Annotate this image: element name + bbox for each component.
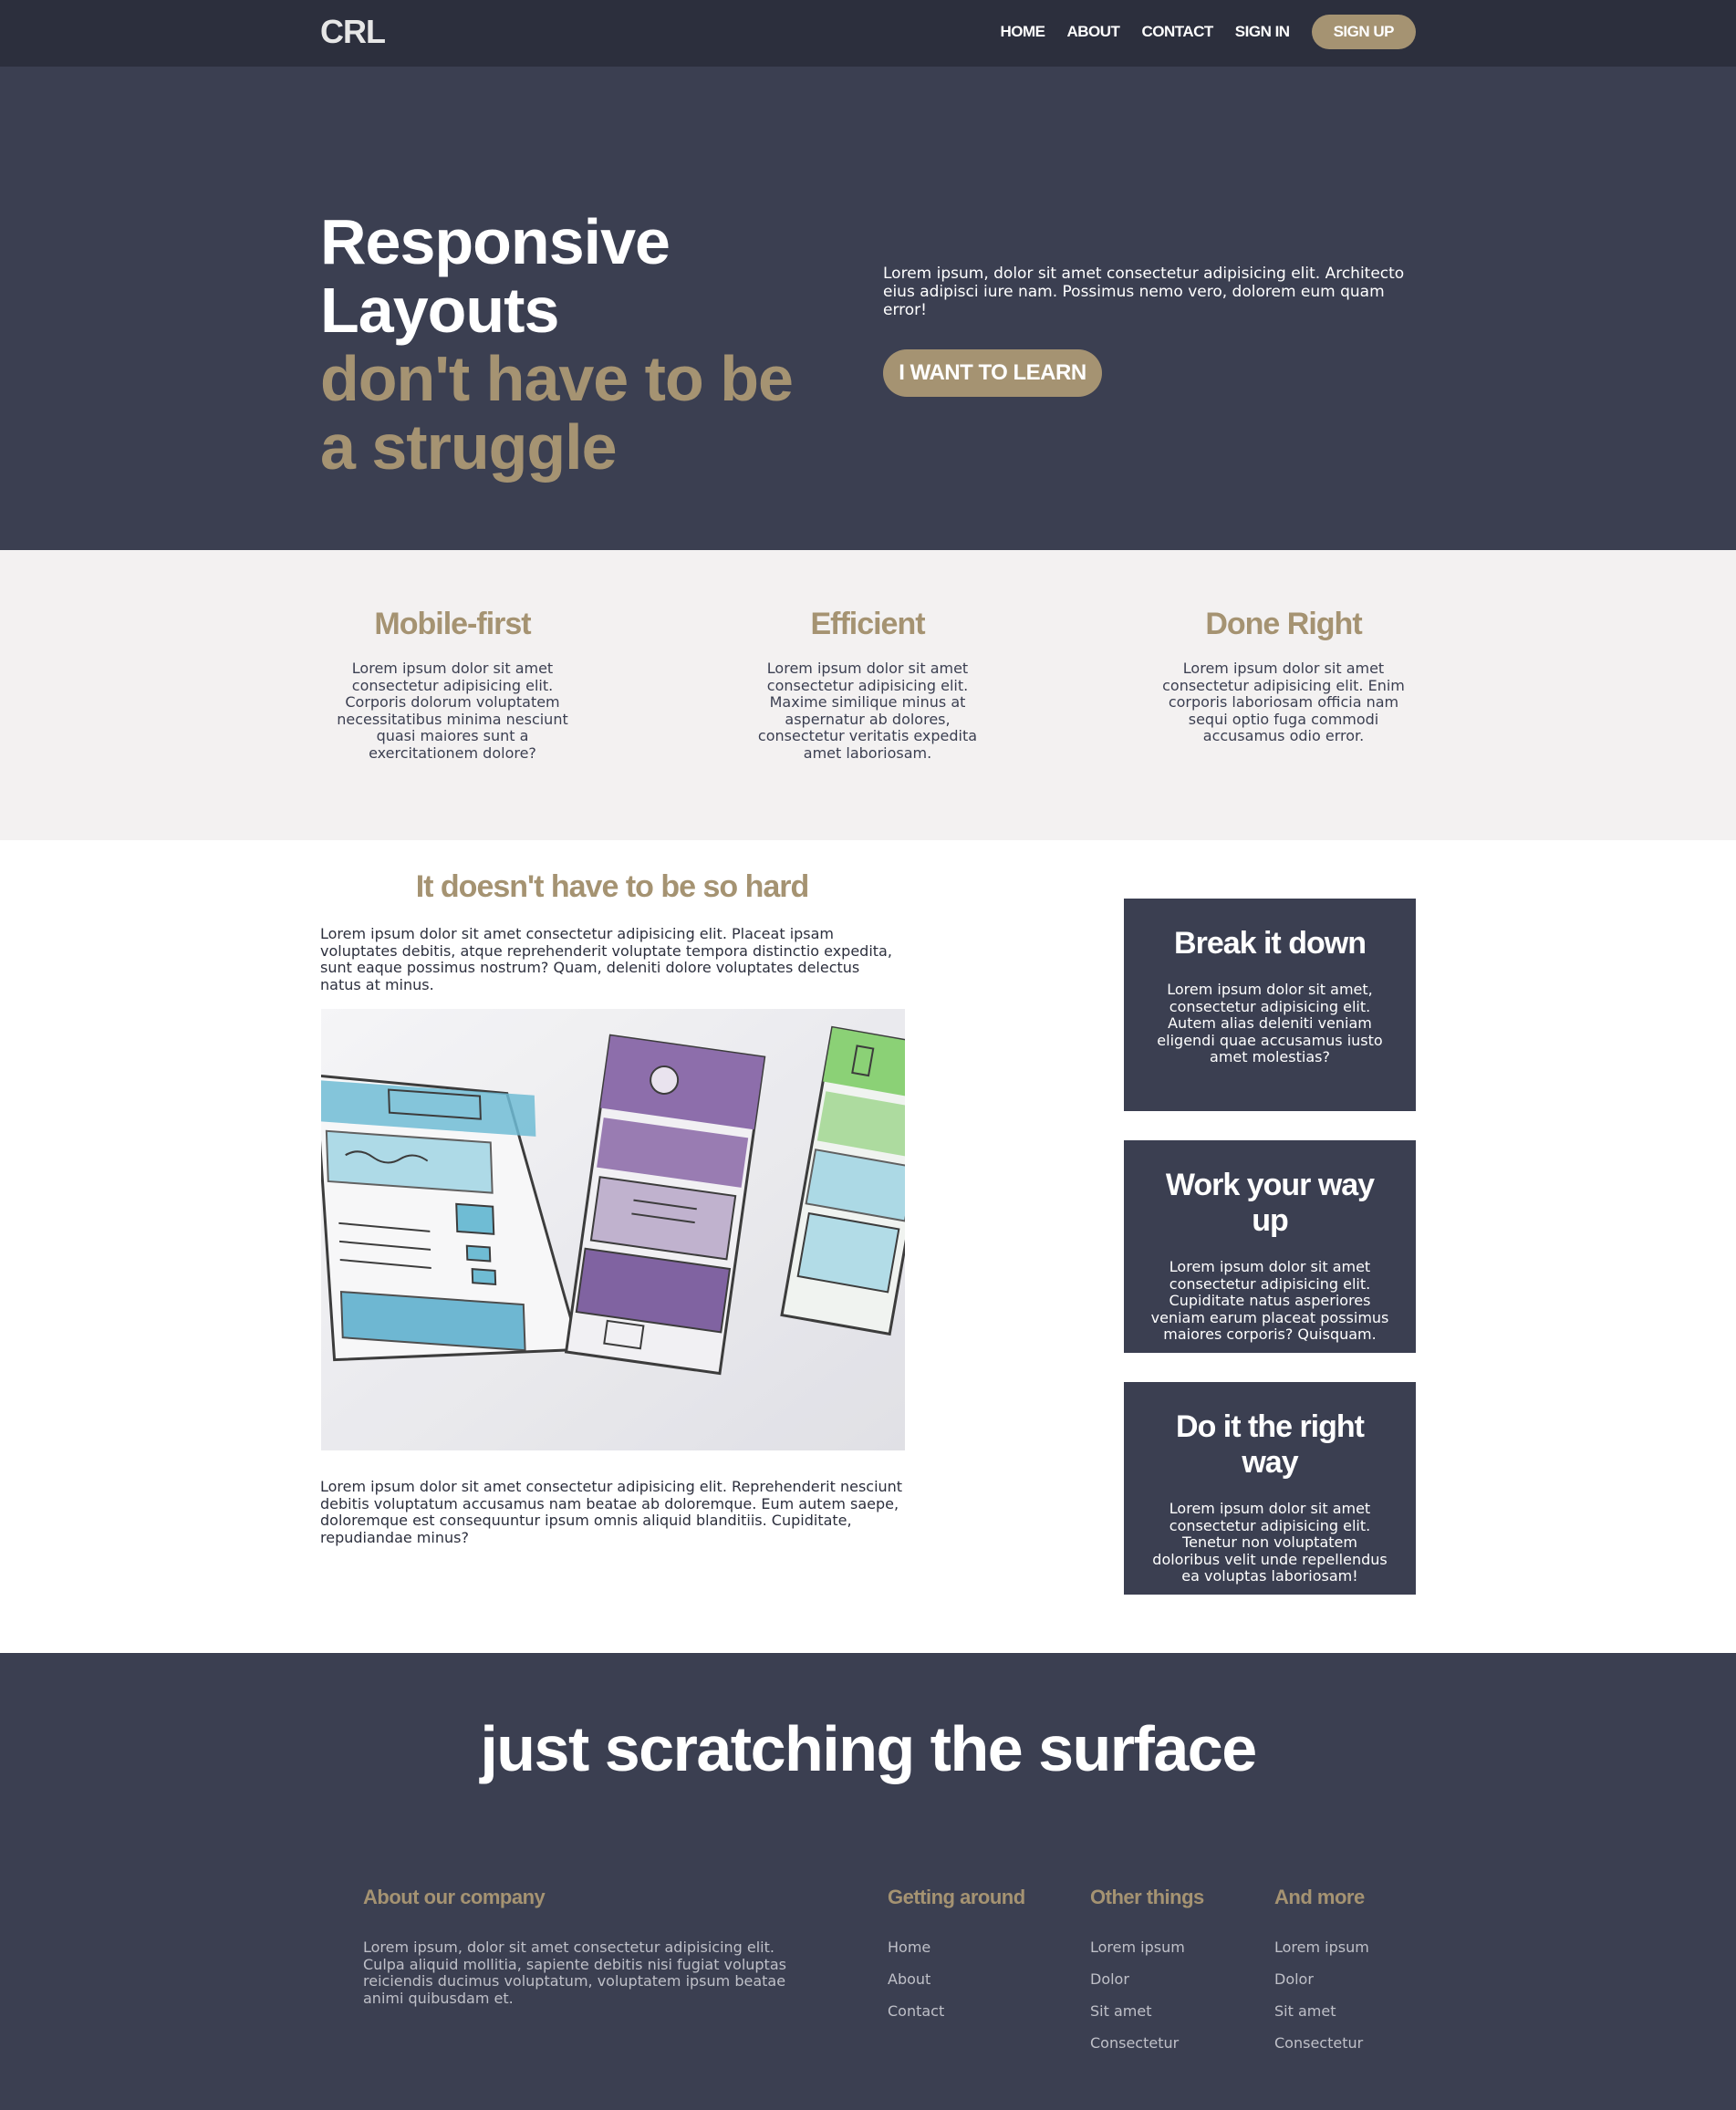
card-work-your-way-up: Work your way up Lorem ipsum dolor sit a…: [1124, 1140, 1416, 1353]
feature-title: Done Right: [1205, 607, 1362, 641]
features-section: Mobile-first Lorem ipsum dolor sit amet …: [0, 550, 1736, 840]
main-paragraph-1: Lorem ipsum dolor sit amet consectetur a…: [320, 925, 892, 993]
footer-link-contact[interactable]: Contact: [888, 2003, 1025, 2020]
wireframe-sketch-image: [321, 1009, 905, 1450]
footer-link-home[interactable]: Home: [888, 1939, 1025, 1956]
sign-up-button[interactable]: SIGN UP: [1311, 15, 1416, 49]
footer-about: About our company Lorem ipsum, dolor sit…: [363, 1886, 801, 2007]
card-text: Lorem ipsum dolor sit amet consectetur a…: [1150, 1258, 1389, 1343]
feature-mobile-first: Mobile-first Lorem ipsum dolor sit amet …: [325, 607, 580, 762]
card-title: Do it the right way: [1176, 1409, 1365, 1480]
footer-link-about[interactable]: About: [888, 1971, 1025, 1988]
feature-efficient: Efficient Lorem ipsum dolor sit amet con…: [740, 607, 995, 762]
footer-title: just scratching the surface: [480, 1713, 1257, 1784]
nav-links: HOME ABOUT CONTACT SIGN IN SIGN UP: [1001, 15, 1416, 49]
footer-links: Home About Contact: [888, 1939, 1025, 2020]
card-do-it-right: Do it the right way Lorem ipsum dolor si…: [1124, 1382, 1416, 1595]
logo[interactable]: CRL: [320, 13, 386, 51]
feature-title: Mobile-first: [374, 607, 531, 641]
nav-link-about[interactable]: ABOUT: [1067, 23, 1120, 41]
footer-about-text: Lorem ipsum, dolor sit amet consectetur …: [363, 1938, 786, 2007]
footer-link[interactable]: Consectetur: [1090, 2035, 1204, 2052]
footer-heading: And more: [1274, 1886, 1365, 1908]
footer-link[interactable]: Sit amet: [1274, 2003, 1369, 2020]
footer-heading: Other things: [1090, 1886, 1204, 1908]
footer-col-and-more: And more Lorem ipsum Dolor Sit amet Cons…: [1274, 1886, 1369, 2067]
feature-done-right: Done Right Lorem ipsum dolor sit amet co…: [1156, 607, 1411, 745]
footer-links: Lorem ipsum Dolor Sit amet Consectetur: [1090, 1939, 1204, 2052]
footer-link[interactable]: Consectetur: [1274, 2035, 1369, 2052]
feature-text: Lorem ipsum dolor sit amet consectetur a…: [337, 660, 568, 762]
footer-links: Lorem ipsum Dolor Sit amet Consectetur: [1274, 1939, 1369, 2052]
card-break-it-down: Break it down Lorem ipsum dolor sit amet…: [1124, 899, 1416, 1111]
main-title: It doesn't have to be so hard: [415, 869, 810, 904]
footer-col-other-things: Other things Lorem ipsum Dolor Sit amet …: [1090, 1886, 1204, 2067]
footer: just scratching the surface About our co…: [0, 1653, 1736, 2110]
hero-title: Responsive Layouts don't have to be a st…: [320, 208, 831, 482]
nav-link-home[interactable]: HOME: [1001, 23, 1046, 41]
footer-link[interactable]: Lorem ipsum: [1274, 1939, 1369, 1956]
nav-link-contact[interactable]: CONTACT: [1141, 23, 1213, 41]
footer-heading: Getting around: [888, 1886, 1025, 1908]
hero-section: Responsive Layouts don't have to be a st…: [0, 67, 1736, 550]
footer-link[interactable]: Dolor: [1274, 1971, 1369, 1988]
feature-text: Lorem ipsum dolor sit amet consectetur a…: [1162, 660, 1405, 744]
card-title: Break it down: [1174, 926, 1367, 961]
feature-title: Efficient: [810, 607, 925, 641]
card-title: Work your way up: [1165, 1168, 1375, 1238]
footer-link[interactable]: Sit amet: [1090, 2003, 1204, 2020]
nav-link-sign-in[interactable]: SIGN IN: [1235, 23, 1290, 41]
footer-link[interactable]: Lorem ipsum: [1090, 1939, 1204, 1956]
hero-title-line2: don't have to be a struggle: [320, 343, 794, 483]
footer-col-getting-around: Getting around Home About Contact: [888, 1886, 1025, 2035]
main-paragraph-2: Lorem ipsum dolor sit amet consectetur a…: [320, 1478, 903, 1546]
hero-title-line1: Responsive Layouts: [320, 206, 670, 346]
card-text: Lorem ipsum dolor sit amet, consectetur …: [1157, 981, 1383, 1065]
feature-text: Lorem ipsum dolor sit amet consectetur a…: [757, 660, 978, 762]
card-text: Lorem ipsum dolor sit amet consectetur a…: [1152, 1500, 1388, 1585]
footer-heading: About our company: [363, 1886, 546, 1908]
learn-button[interactable]: I WANT TO LEARN: [883, 349, 1102, 397]
main-section: It doesn't have to be so hard Lorem ipsu…: [0, 840, 1736, 1653]
top-navbar: CRL HOME ABOUT CONTACT SIGN IN SIGN UP: [0, 0, 1736, 67]
footer-link[interactable]: Dolor: [1090, 1971, 1204, 1988]
hero-text: Lorem ipsum, dolor sit amet consectetur …: [883, 265, 1405, 319]
